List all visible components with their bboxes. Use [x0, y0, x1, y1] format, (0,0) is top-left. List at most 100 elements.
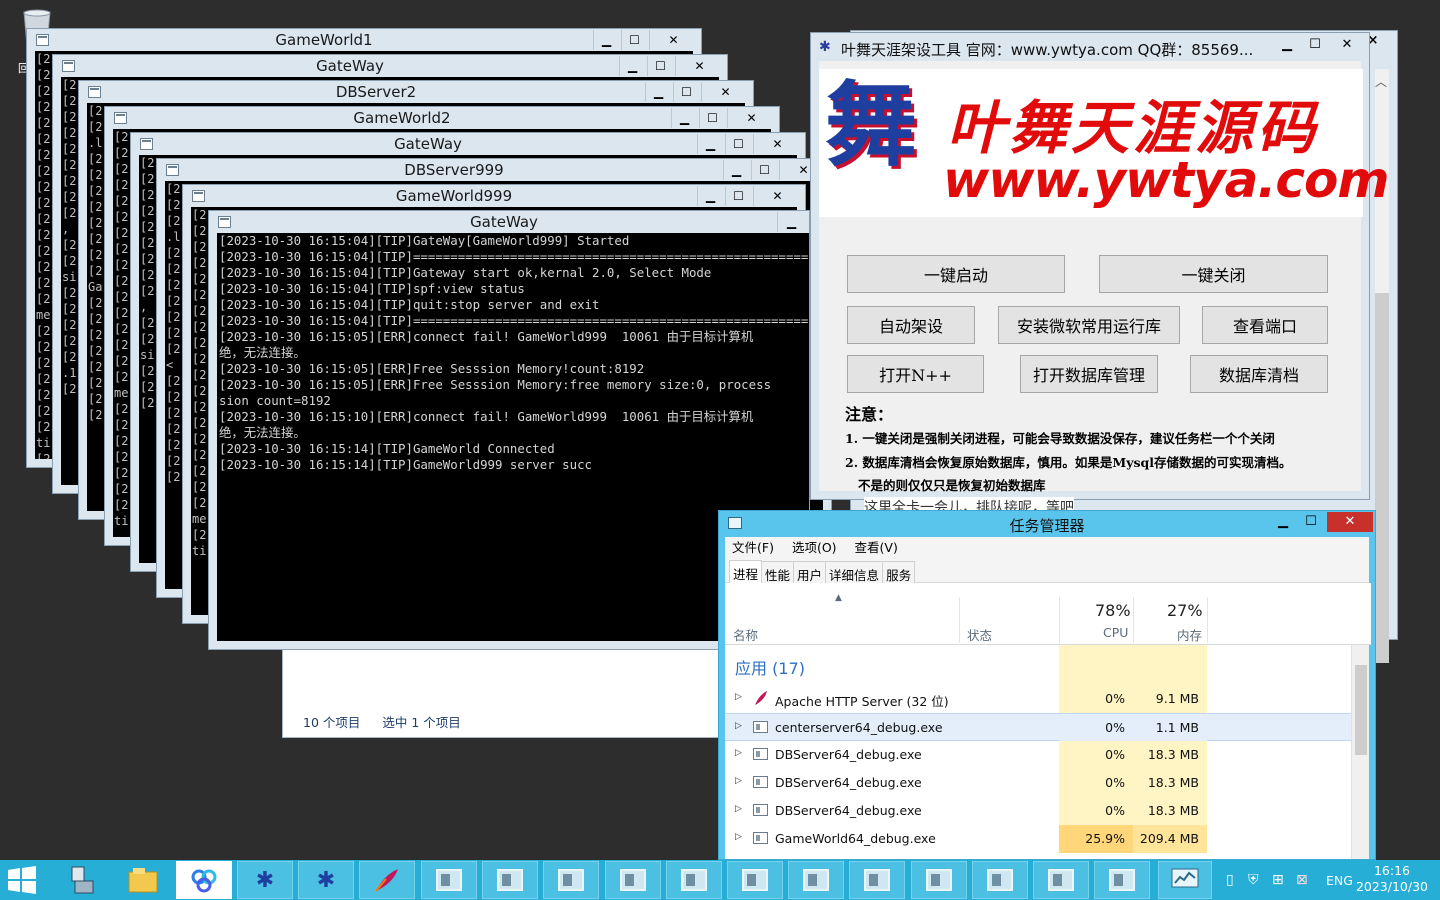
open-db-button[interactable]: 打开数据库管理 [1020, 355, 1158, 393]
install-runtime-button[interactable]: 安装微软常用运行库 [998, 306, 1180, 344]
console-taskbar-item[interactable] [788, 861, 845, 899]
tab-users[interactable]: 用户 [793, 561, 827, 584]
title-bar[interactable]: ✱ 叶舞天涯架设工具 官网：www.ywtya.com QQ群：85569...… [811, 33, 1369, 61]
close-button[interactable]: ✕ [649, 30, 697, 50]
title-bar[interactable]: DBServer2 ▁ ☐ ✕ [79, 81, 753, 103]
tray-network-icon[interactable]: ⊞ [1272, 872, 1284, 900]
console-taskbar-item[interactable] [482, 861, 539, 899]
title-bar[interactable]: DBServer999 ▁ ☐ ✕ [157, 159, 831, 181]
maximize-button[interactable]: ☐ [1301, 35, 1329, 55]
expand-arrow-icon[interactable]: ▷ [735, 748, 742, 758]
group-apps[interactable]: 应用 (17) [735, 655, 805, 679]
minimize-button[interactable]: ▁ [1269, 512, 1297, 532]
clear-db-button[interactable]: 数据库清档 [1190, 355, 1328, 393]
tab-performance[interactable]: 性能 [761, 561, 795, 584]
col-memory[interactable]: 内存 [1177, 625, 1202, 644]
console-taskbar-item[interactable] [604, 861, 661, 899]
expand-arrow-icon[interactable]: ▷ [735, 721, 742, 731]
apache-feather-icon[interactable] [359, 861, 415, 899]
title-bar[interactable]: 任务管理器 ▁ ☐ ✕ [719, 511, 1375, 537]
console-taskbar-item[interactable] [971, 861, 1028, 899]
maximize-button[interactable]: ☐ [1297, 512, 1325, 532]
menu-view[interactable]: 查看(V) [855, 537, 898, 559]
tray-flag-icon[interactable]: ▯ [1226, 872, 1234, 900]
tab-services[interactable]: 服务 [882, 561, 916, 584]
language-indicator[interactable]: ENG [1326, 873, 1353, 900]
close-button[interactable]: ✕ [753, 186, 801, 206]
table-row[interactable]: ▷ DBServer64_debug.exe 0% 18.3 MB [725, 769, 1359, 797]
title-bar[interactable]: GateWay ▁ [209, 211, 809, 233]
col-name[interactable]: 名称 [733, 625, 758, 644]
start-button[interactable] [6, 866, 38, 894]
minimize-button[interactable]: ▁ [671, 108, 697, 128]
close-button[interactable]: ✕ [1327, 512, 1373, 532]
maximize-button[interactable]: ☐ [699, 108, 725, 128]
task-manager-window[interactable]: 任务管理器 ▁ ☐ ✕ 文件(F) 选项(O) 查看(V) 进程 性能 用户 详细信息… [718, 510, 1376, 860]
close-button[interactable]: ✕ [753, 134, 801, 154]
console-taskbar-item[interactable] [849, 861, 906, 899]
server-manager-icon[interactable] [54, 861, 110, 899]
console-taskbar-item[interactable] [665, 861, 722, 899]
tab-processes[interactable]: 进程 [729, 560, 763, 584]
title-bar[interactable]: GateWay ▁ ☐ ✕ [53, 55, 727, 77]
scroll-up-arrow-icon[interactable]: ︿ [1375, 73, 1387, 90]
maximize-button[interactable]: ☐ [725, 186, 751, 206]
tab-details[interactable]: 详细信息 [825, 561, 884, 584]
setup-tool-taskbar-icon[interactable]: ✱ [237, 861, 293, 899]
table-row[interactable]: ▷ DBServer64_debug.exe 0% 18.3 MB [725, 741, 1359, 769]
clock[interactable]: 16:16 2023/10/30 [1356, 863, 1428, 895]
table-row[interactable]: ▷ DBServer64_debug.exe 0% 18.3 MB [725, 797, 1359, 825]
scrollbar-thumb[interactable] [1375, 293, 1389, 663]
expand-arrow-icon[interactable]: ▷ [735, 804, 742, 814]
open-npp-button[interactable]: 打开N++ [847, 355, 984, 393]
col-status[interactable]: 状态 [967, 625, 992, 644]
title-bar[interactable]: GameWorld999 ▁ ☐ ✕ [183, 185, 805, 207]
setup-tool-window[interactable]: ✱ 叶舞天涯架设工具 官网：www.ywtya.com QQ群：85569...… [810, 32, 1389, 500]
minimize-button[interactable]: ▁ [697, 186, 723, 206]
minimize-button[interactable]: ▁ [723, 160, 749, 180]
minimize-button[interactable]: ▁ [697, 134, 723, 154]
file-explorer-icon[interactable] [115, 861, 171, 899]
console-taskbar-item[interactable] [727, 861, 783, 899]
minimize-button[interactable]: ▁ [777, 212, 805, 232]
table-row[interactable]: ▷ centerserver64_debug.exe 0% 1.1 MB [725, 713, 1359, 742]
close-button[interactable]: ✕ [1331, 35, 1363, 55]
close-button[interactable]: ✕ [675, 56, 723, 76]
title-bar[interactable]: GameWorld1 ▁ ☐ ✕ [27, 29, 701, 51]
expand-arrow-icon[interactable]: ▷ [735, 832, 742, 842]
tray-volume-icon[interactable]: ⊠ [1296, 872, 1308, 900]
title-bar[interactable]: GateWay ▁ ☐ ✕ [131, 133, 805, 155]
minimize-button[interactable]: ▁ [1273, 35, 1301, 55]
console-taskbar-item[interactable] [543, 861, 600, 899]
table-row[interactable]: ▷ GameWorld64_debug.exe 25.9% 209.4 MB [725, 825, 1359, 853]
console-taskbar-item[interactable] [1033, 861, 1089, 899]
title-bar[interactable]: GameWorld2 ▁ ☐ ✕ [105, 107, 779, 129]
console-taskbar-item[interactable] [421, 861, 477, 899]
task-manager-taskbar-icon[interactable] [1158, 861, 1212, 899]
auto-setup-button[interactable]: 自动架设 [847, 306, 975, 344]
close-button[interactable]: ✕ [701, 82, 749, 102]
start-all-button[interactable]: 一键启动 [847, 255, 1065, 293]
maximize-button[interactable]: ☐ [725, 134, 751, 154]
maximize-button[interactable]: ☐ [751, 160, 777, 180]
maximize-button[interactable]: ☐ [621, 30, 647, 50]
maximize-button[interactable]: ☐ [647, 56, 673, 76]
maximize-button[interactable]: ☐ [673, 82, 699, 102]
tray-security-icon[interactable]: ⛨ [1248, 872, 1259, 900]
minimize-button[interactable]: ▁ [645, 82, 671, 102]
console-taskbar-item[interactable] [1094, 861, 1151, 899]
expand-arrow-icon[interactable]: ▷ [735, 692, 742, 702]
close-button[interactable]: ✕ [727, 108, 775, 128]
minimize-button[interactable]: ▁ [593, 30, 619, 50]
table-row[interactable]: ▷ Apache HTTP Server (32 位) 0% 9.1 MB [725, 685, 1359, 713]
menu-file[interactable]: 文件(F) [732, 537, 774, 559]
expand-arrow-icon[interactable]: ▷ [735, 776, 742, 786]
explorer-window[interactable]: 10 个项目 选中 1 个项目 [282, 650, 722, 738]
cloud-drive-icon[interactable] [176, 861, 232, 899]
col-cpu[interactable]: CPU [1103, 625, 1128, 640]
setup-tool-taskbar-icon[interactable]: ✱ [298, 861, 354, 899]
menu-options[interactable]: 选项(O) [792, 537, 837, 559]
check-port-button[interactable]: 查看端口 [1202, 306, 1328, 344]
close-all-button[interactable]: 一键关闭 [1099, 255, 1328, 293]
scrollbar-thumb[interactable] [1355, 665, 1367, 755]
